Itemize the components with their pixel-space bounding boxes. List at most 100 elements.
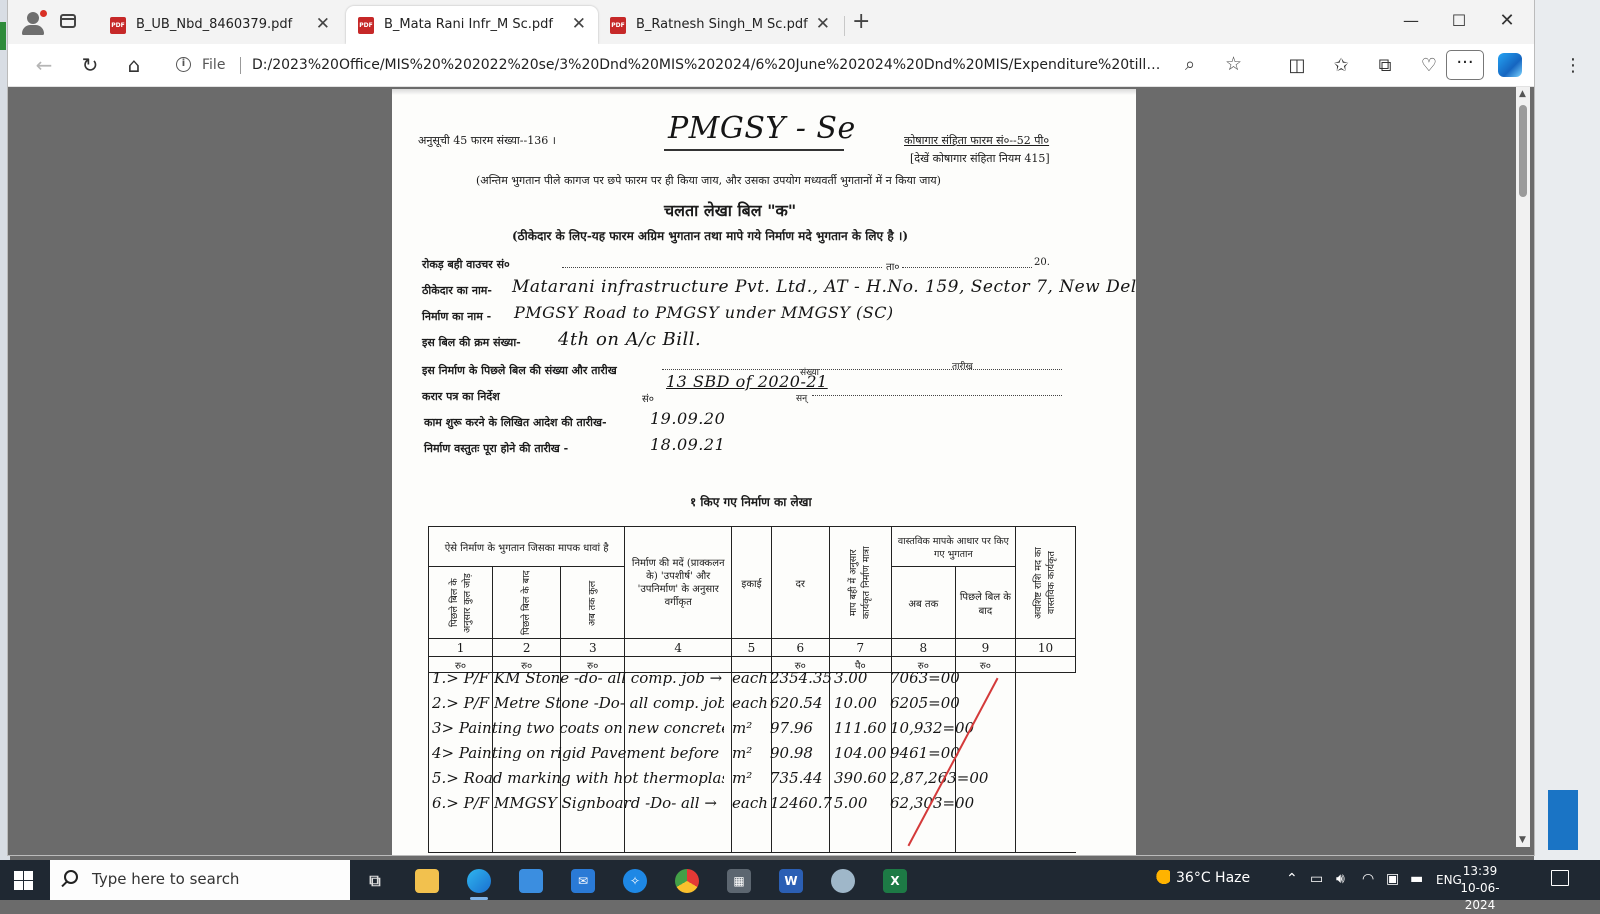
row-item-rate: 97.96	[770, 719, 813, 737]
copilot-icon[interactable]	[1498, 53, 1522, 77]
row-item-unit: m²	[732, 719, 753, 737]
paint-icon[interactable]	[822, 864, 864, 898]
edge-browser-icon[interactable]	[458, 864, 500, 900]
back-arrow-icon[interactable]: ←	[30, 52, 58, 78]
wifi-icon[interactable]: ◠	[1362, 871, 1374, 887]
section-title: १ किए गए निर्माण का लेखा	[690, 495, 812, 509]
row-item-unit: m²	[732, 744, 753, 762]
scrollbar-thumb[interactable]	[1519, 105, 1527, 197]
profile-icon[interactable]	[20, 10, 47, 36]
tab-ratnesh-singh[interactable]: PDF B_Ratnesh Singh_M Sc.pdf ✕	[598, 6, 842, 44]
battery-icon[interactable]: ▬	[1410, 871, 1423, 887]
home-icon[interactable]: ⌂	[120, 52, 148, 78]
volume-icon[interactable]: 🔊︎	[1336, 871, 1345, 887]
header-items: निर्माण की मदें (प्राक्कलन के) 'उपशीर्ष'…	[624, 526, 733, 639]
chrome-icon[interactable]	[666, 864, 708, 898]
header-prev-total: पिछले बिल के अनुसार कुल जोड़	[448, 572, 473, 633]
pdf-viewer[interactable]: PMGSY - Se अनुसूची 45 फारम संख्या--136 ।…	[8, 87, 1534, 855]
maximize-icon[interactable]: ☐	[1436, 6, 1482, 36]
payment-note: (अन्तिम भुगतान पीले कागज पर छपे फारम पर …	[476, 174, 941, 187]
windows-start-icon[interactable]	[14, 871, 33, 890]
zoom-icon[interactable]: ⌕	[1185, 54, 1195, 75]
weather-widget[interactable]: 36°C Haze	[1150, 870, 1250, 886]
contractor-label: ठीकेदार का नाम-	[422, 284, 492, 297]
blank-cell	[1014, 656, 1077, 673]
background-accent	[0, 22, 6, 50]
close-window-icon[interactable]: ✕	[1484, 6, 1530, 36]
search-placeholder: Type here to search	[92, 870, 240, 888]
agreement-reference: 13 SBD of 2020-21	[666, 372, 828, 391]
excel-icon[interactable]: X	[874, 864, 916, 898]
row-item-quantity: 111.60	[834, 719, 887, 737]
tab-title: B_Ratnesh Singh_M Sc.pdf	[636, 17, 808, 32]
refresh-icon[interactable]: ↻	[76, 52, 104, 78]
row-item-amount: 9461=00	[890, 744, 960, 762]
tab-mata-rani[interactable]: PDF B_Mata Rani Infr_M Sc.pdf ✕	[346, 6, 598, 44]
tab-actions-icon[interactable]	[60, 14, 76, 28]
row-item-rate: 2354.35	[770, 669, 833, 687]
row-item-unit: m²	[732, 769, 753, 787]
browser-window: PDF B_UB_Nbd_8460379.pdf ✕ PDF B_Mata Ra…	[8, 0, 1582, 855]
microsoft-store-icon[interactable]	[510, 864, 552, 898]
tab-title: B_Mata Rani Infr_M Sc.pdf	[384, 17, 553, 32]
scroll-down-icon[interactable]: ▼	[1519, 835, 1526, 845]
info-icon[interactable]: i	[176, 57, 191, 72]
chevron-up-icon[interactable]: ⌃	[1286, 871, 1298, 887]
pdf-icon: PDF	[358, 17, 374, 34]
start-date-label: काम शुरू करने के लिखित आदेश की तारीख-	[424, 416, 607, 429]
row-item-unit: each	[732, 669, 768, 687]
meet-now-icon[interactable]: ▭	[1310, 871, 1323, 887]
favorite-star-icon[interactable]: ☆	[1225, 53, 1242, 75]
col-number: 2	[492, 638, 562, 657]
address-url[interactable]: D:/2023%20Office/MIS%20%202022%20se/3%20…	[252, 57, 1172, 73]
minimize-icon[interactable]: —	[1388, 6, 1434, 36]
notification-icon[interactable]	[1551, 870, 1569, 886]
close-icon[interactable]: ✕	[316, 15, 330, 33]
work-label: निर्माण का नाम -	[422, 310, 492, 323]
row-item-rate: 620.54	[770, 694, 823, 712]
taskbar-clock[interactable]: 13:39 10-06-2024	[1449, 863, 1511, 914]
address-bar[interactable]: i File D:/2023%20Office/MIS%20%202022%20…	[160, 48, 1270, 82]
mail-icon[interactable]: ✉	[562, 864, 604, 898]
voucher-date-line	[902, 267, 1032, 268]
tab-b-ub-nbd[interactable]: PDF B_UB_Nbd_8460379.pdf ✕	[98, 6, 342, 44]
vertical-scrollbar[interactable]: ▲ ▼	[1516, 87, 1530, 847]
row-item-description: 2.> P/F Metre Stone -Do- all comp. job →	[432, 694, 724, 712]
address-scheme: File	[202, 57, 226, 73]
row-item-unit: each	[732, 794, 768, 812]
row-item-description: 5.> Road marking with hot thermoplastic …	[432, 769, 724, 787]
pdf-icon: PDF	[110, 17, 126, 34]
underline	[664, 149, 844, 151]
favorites-icon[interactable]: ✩	[1328, 54, 1354, 78]
form-number: अनुसूची 45 फारम संख्या--136 ।	[418, 134, 556, 147]
browser-essentials-icon[interactable]: ♡	[1416, 54, 1442, 78]
start-date: 19.09.20	[650, 409, 726, 428]
scroll-up-icon[interactable]: ▲	[1519, 89, 1526, 99]
finish-date-label: निर्माण वस्तुतः पूरा होने की तारीख -	[424, 442, 569, 455]
safari-icon[interactable]: ✧	[614, 864, 656, 898]
more-options-button[interactable]: ···	[1446, 50, 1484, 80]
taskbar-search[interactable]: Type here to search	[50, 860, 350, 900]
clock-date: 10-06-2024	[1460, 881, 1500, 912]
task-view-icon[interactable]: ⧉	[354, 864, 396, 898]
bill-number-label: इस बिल की क्रम संख्या-	[422, 336, 521, 349]
new-tab-button[interactable]: +	[852, 9, 870, 35]
file-explorer-icon[interactable]	[406, 864, 448, 898]
word-icon[interactable]: W	[770, 864, 812, 898]
split-screen-icon[interactable]: ◫	[1284, 54, 1310, 78]
header-total-to-date: अब तक कुल	[587, 579, 599, 626]
close-icon[interactable]: ✕	[816, 15, 830, 33]
agreement-line	[812, 395, 1062, 396]
collections-icon[interactable]: ⧉	[1372, 54, 1398, 78]
calculator-icon[interactable]: ▦	[718, 864, 760, 898]
document-subtitle: (ठीकेदार के लिए-यह फारम अग्रिम भुगतान तथ…	[512, 229, 909, 243]
col-number: 5	[731, 638, 772, 657]
sidebar-settings-icon[interactable]: ⋮	[1560, 54, 1586, 78]
network-icon[interactable]: ▣	[1386, 871, 1399, 887]
header-unit: इकाई	[731, 526, 772, 639]
row-item-quantity: 5.00	[834, 794, 868, 812]
header-to-date: अब तक	[890, 566, 956, 639]
close-icon[interactable]: ✕	[572, 15, 586, 33]
row-item-amount: 10,932=00	[890, 719, 975, 737]
row-item-rate: 90.98	[770, 744, 813, 762]
